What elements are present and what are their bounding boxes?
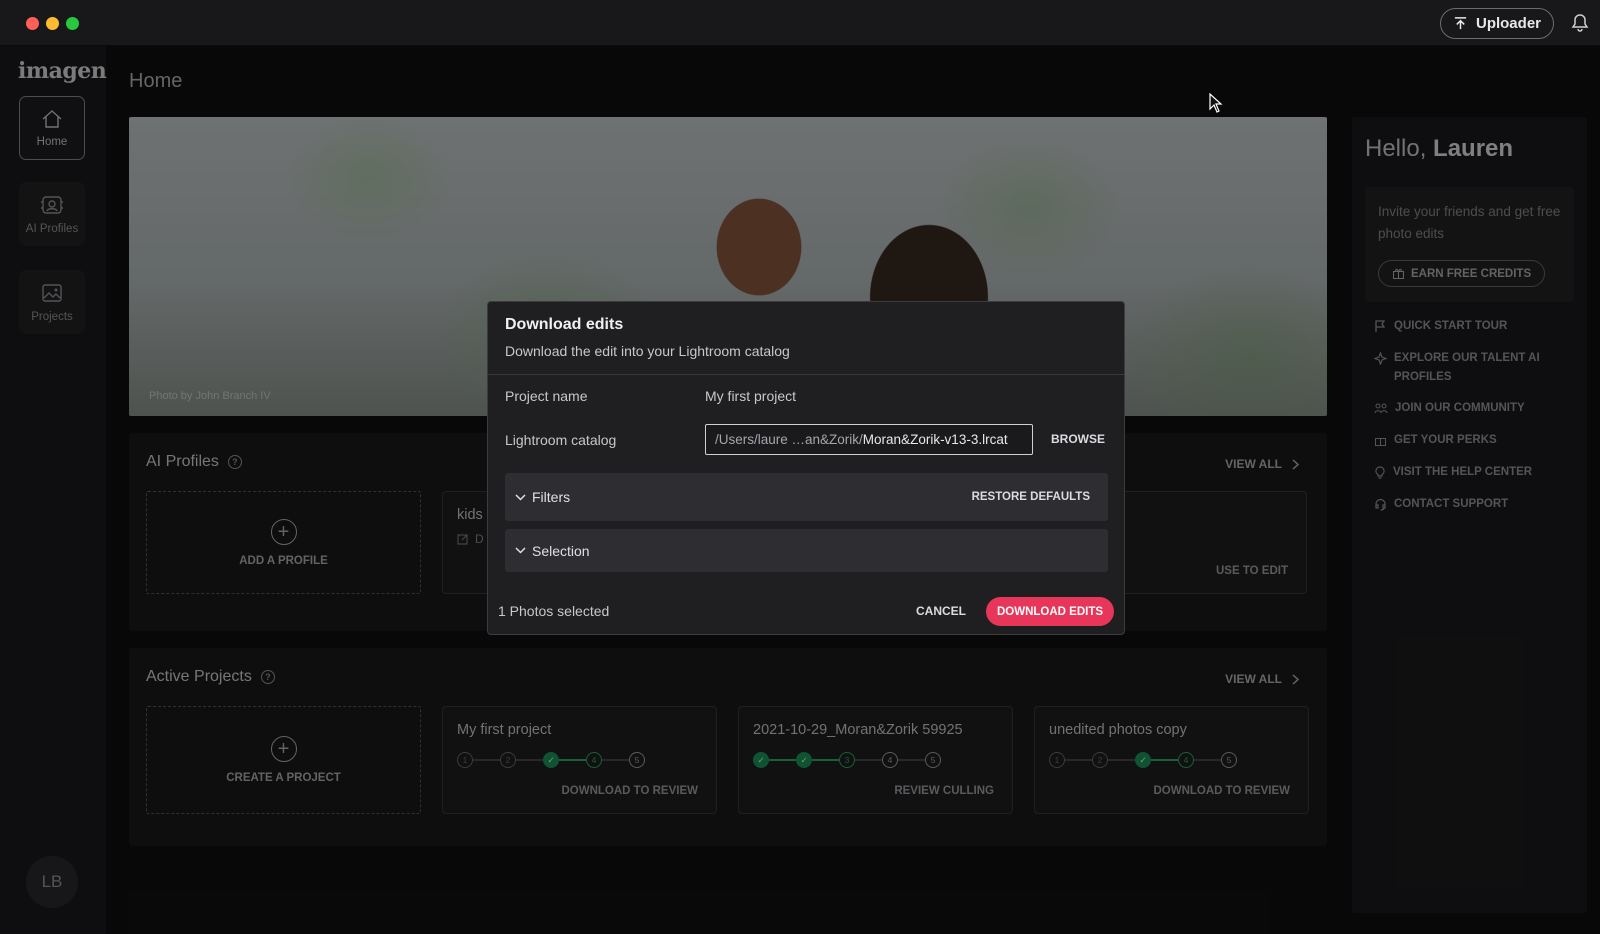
browse-button[interactable]: BROWSE <box>1051 432 1105 446</box>
project-name-value: My first project <box>705 388 797 404</box>
lightroom-catalog-path-field[interactable]: /Users/laure …an&Zorik/Moran&Zorik-v13-3… <box>705 424 1033 455</box>
dialog-title: Download edits <box>505 316 624 333</box>
window-titlebar: Uploader <box>0 0 1600 46</box>
selection-label: Selection <box>532 542 590 559</box>
download-edits-dialog: Download edits Download the edit into yo… <box>487 301 1125 635</box>
dialog-subtitle: Download the edit into your Lightroom ca… <box>505 343 790 359</box>
lightroom-catalog-label: Lightroom catalog <box>505 432 617 448</box>
minimize-window-button[interactable] <box>46 17 59 30</box>
project-name-label: Project name <box>505 388 588 404</box>
maximize-window-button[interactable] <box>66 17 79 30</box>
cancel-button[interactable]: CANCEL <box>916 604 966 618</box>
chevron-down-icon <box>515 493 526 501</box>
catalog-path-head: /Users/laure …an&Zorik/ <box>715 432 863 447</box>
selection-accordion[interactable]: Selection <box>505 529 1108 572</box>
filters-label: Filters <box>532 489 571 505</box>
notifications-bell-icon[interactable] <box>1570 13 1590 33</box>
close-window-button[interactable] <box>26 17 39 30</box>
photos-selected-count: 1 Photos selected <box>498 603 610 619</box>
download-edits-button[interactable]: DOWNLOAD EDITS <box>986 597 1114 626</box>
mouse-cursor-icon <box>1209 93 1223 113</box>
upload-icon <box>1454 17 1467 30</box>
filters-accordion[interactable]: Filters RESTORE DEFAULTS <box>505 473 1108 521</box>
catalog-path-tail: Moran&Zorik-v13-3.lrcat <box>862 432 1008 447</box>
uploader-label: Uploader <box>1475 15 1541 32</box>
dialog-divider <box>488 374 1124 375</box>
uploader-button[interactable]: Uploader <box>1440 8 1554 39</box>
chevron-down-icon <box>515 547 526 554</box>
restore-defaults-button[interactable]: RESTORE DEFAULTS <box>972 491 1090 503</box>
